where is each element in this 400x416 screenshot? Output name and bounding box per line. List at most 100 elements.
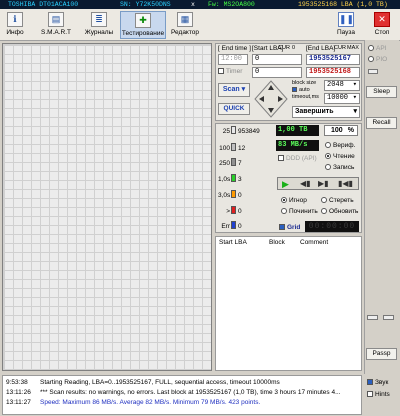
map-block bbox=[50, 190, 58, 198]
map-block bbox=[185, 181, 193, 189]
timer-input[interactable]: 0 bbox=[252, 67, 302, 78]
recall-button[interactable]: Recall bbox=[366, 117, 397, 129]
end-lba-max[interactable]: MAX bbox=[347, 45, 359, 51]
passp-button[interactable]: Passp bbox=[366, 348, 397, 360]
side-slot-left[interactable] bbox=[367, 315, 378, 320]
timeout-select[interactable]: 10000 ▾ bbox=[324, 93, 360, 104]
hints-checkbox[interactable]: Hints bbox=[367, 391, 390, 398]
info-button[interactable]: ℹ Инфо bbox=[2, 11, 28, 39]
rewind-icon[interactable]: ▶▮ bbox=[318, 179, 329, 188]
end-lba-cur[interactable]: CUR bbox=[334, 45, 346, 51]
map-block bbox=[113, 145, 121, 153]
map-block bbox=[158, 253, 166, 261]
map-block bbox=[167, 163, 175, 171]
end-action-select[interactable]: Завершить ▾ bbox=[292, 106, 360, 118]
map-block bbox=[14, 235, 22, 243]
end-lba-input[interactable]: 1953525167 bbox=[306, 54, 360, 65]
pause-button[interactable]: ❚❚ Пауза bbox=[333, 11, 359, 39]
map-block bbox=[158, 343, 166, 351]
map-block bbox=[122, 307, 130, 315]
refresh-radio[interactable]: Обновить bbox=[321, 208, 358, 216]
map-block bbox=[185, 244, 193, 252]
map-block bbox=[104, 172, 112, 180]
map-block bbox=[140, 181, 148, 189]
map-block bbox=[14, 199, 22, 207]
map-block bbox=[86, 244, 94, 252]
map-block bbox=[167, 217, 175, 225]
write-radio[interactable]: Запись bbox=[325, 164, 354, 172]
map-block bbox=[194, 271, 202, 279]
map-block bbox=[140, 190, 148, 198]
map-block bbox=[122, 352, 130, 360]
map-block bbox=[113, 298, 121, 306]
map-block bbox=[32, 154, 40, 162]
map-block bbox=[77, 280, 85, 288]
erase-radio[interactable]: Стереть bbox=[321, 197, 354, 205]
map-block bbox=[95, 325, 103, 333]
repair-radio[interactable]: Починить bbox=[281, 208, 318, 216]
end-time-input[interactable]: 12:00 bbox=[218, 54, 248, 65]
map-block bbox=[68, 307, 76, 315]
test-button[interactable]: ✚ Тестирование bbox=[120, 11, 166, 39]
map-block bbox=[122, 280, 130, 288]
api-radio[interactable]: API bbox=[368, 45, 386, 53]
play-icon[interactable]: ▶ bbox=[282, 179, 289, 190]
map-block bbox=[149, 127, 157, 135]
start-lba-cur[interactable]: CUR bbox=[278, 45, 290, 51]
read-radio[interactable]: Чтение bbox=[325, 153, 355, 161]
map-block bbox=[95, 145, 103, 153]
sound-check-icon bbox=[367, 379, 373, 385]
map-block bbox=[176, 163, 184, 171]
map-block bbox=[203, 154, 211, 162]
verify-radio[interactable]: Вериф. bbox=[325, 142, 355, 150]
map-block bbox=[185, 100, 193, 108]
map-block bbox=[104, 127, 112, 135]
skip-end-icon[interactable]: ▮◀▮ bbox=[338, 179, 353, 188]
sleep-button[interactable]: Sleep bbox=[366, 86, 397, 98]
ignore-radio[interactable]: Игнор bbox=[281, 197, 307, 205]
map-block bbox=[203, 307, 211, 315]
start-lba-zero[interactable]: 0 bbox=[292, 45, 295, 51]
log-time: 9:53:38 bbox=[6, 379, 28, 386]
step-back-icon[interactable]: ◀▮ bbox=[300, 179, 311, 188]
map-block bbox=[104, 82, 112, 90]
map-block bbox=[158, 289, 166, 297]
map-block bbox=[14, 145, 22, 153]
map-block bbox=[149, 55, 157, 63]
direction-pad[interactable] bbox=[254, 80, 288, 118]
map-block bbox=[140, 271, 148, 279]
stop-button[interactable]: ✕ Стоп bbox=[369, 11, 395, 39]
chevron-down-icon: ▾ bbox=[352, 94, 357, 102]
auto-checkbox[interactable]: auto bbox=[292, 87, 310, 93]
map-block bbox=[113, 361, 121, 369]
scan-button[interactable]: Scan ▾ bbox=[218, 83, 250, 97]
logs-button[interactable]: ≣ Журналы bbox=[82, 11, 116, 39]
map-block bbox=[185, 190, 193, 198]
map-block bbox=[113, 46, 121, 54]
editor-button[interactable]: ▦ Редактор bbox=[169, 11, 201, 39]
side-slot-right[interactable] bbox=[383, 315, 394, 320]
ddd-checkbox[interactable]: DDD (API) bbox=[278, 155, 317, 162]
map-block bbox=[32, 172, 40, 180]
map-block bbox=[158, 145, 166, 153]
block-size-select[interactable]: 2048 ▾ bbox=[324, 80, 360, 91]
drive-model: TOSHIBA DT01ACA100 bbox=[8, 1, 79, 8]
timer-checkbox[interactable]: Timer bbox=[218, 68, 242, 75]
legend-row-25: 25 953849 bbox=[218, 126, 260, 136]
grid-checkbox[interactable]: Grid bbox=[279, 224, 300, 231]
map-block bbox=[167, 289, 175, 297]
map-block bbox=[131, 199, 139, 207]
pio-radio[interactable]: PIO bbox=[368, 56, 387, 64]
close-drive-icon[interactable]: x bbox=[191, 0, 195, 9]
map-block bbox=[23, 100, 31, 108]
map-block bbox=[23, 325, 31, 333]
quick-button[interactable]: QUICK bbox=[218, 103, 250, 115]
map-block bbox=[140, 64, 148, 72]
map-block bbox=[194, 127, 202, 135]
map-block bbox=[131, 307, 139, 315]
smart-button[interactable]: ▤ S.M.A.R.T bbox=[36, 11, 76, 39]
sound-checkbox[interactable]: Звук bbox=[367, 379, 388, 386]
start-lba-input[interactable]: 0 bbox=[252, 54, 302, 65]
map-block bbox=[140, 343, 148, 351]
map-block bbox=[23, 307, 31, 315]
